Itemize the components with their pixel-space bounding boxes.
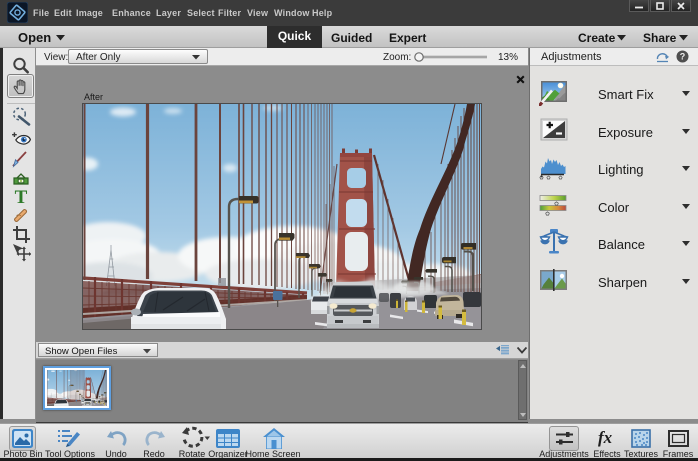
svg-text:?: ?: [680, 52, 686, 62]
